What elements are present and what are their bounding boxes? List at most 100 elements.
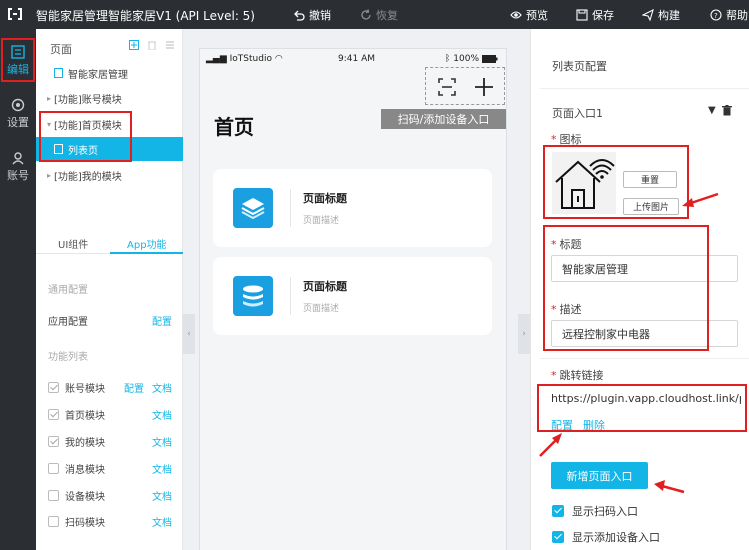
feature-doc-link[interactable]: 文档: [152, 461, 172, 476]
config-panel-title: 列表页配置: [552, 60, 607, 73]
collapse-right-icon[interactable]: ›: [518, 314, 530, 354]
save-icon: [576, 9, 588, 21]
rail-item-account[interactable]: 账号: [0, 145, 36, 189]
feature-checkbox[interactable]: [48, 381, 59, 393]
feature-doc-link[interactable]: 文档: [152, 380, 172, 395]
save-label: 保存: [592, 9, 614, 22]
preview-button[interactable]: 预览: [510, 7, 548, 23]
feature-name: 首页模块: [65, 410, 105, 422]
show-scan-checkbox[interactable]: [552, 505, 564, 517]
redo-label: 恢复: [376, 9, 398, 22]
tree-header-actions: [129, 40, 175, 50]
tree-item-label: [功能]账号模块: [54, 94, 122, 106]
add-page-icon[interactable]: [129, 40, 139, 50]
layers-icon: [233, 188, 273, 228]
trash-icon[interactable]: [721, 105, 732, 116]
send-icon: [642, 9, 654, 21]
page-icon: [54, 68, 63, 78]
delete-page-icon[interactable]: [147, 40, 157, 50]
feature-doc-link[interactable]: 文档: [152, 434, 172, 449]
scan-add-entry-area[interactable]: [425, 67, 505, 105]
phone-preview: ▂▄▆ IoTStudio ◠ 9:41 AM ᛒ 100% 扫码/添加设备入口…: [199, 48, 507, 550]
feature-checkbox[interactable]: [48, 435, 59, 447]
tree-item-account-module[interactable]: ▸ [功能]账号模块: [36, 86, 183, 110]
app-title: 智能家居管理智能家居V1 (API Level: 5): [36, 9, 255, 23]
card-divider: [290, 277, 291, 315]
annotation-box-list-page: [39, 111, 132, 162]
tree-item-my-module[interactable]: ▸ [功能]我的模块: [36, 163, 183, 187]
wifi-icon: ◠: [274, 54, 283, 64]
divider: [540, 88, 749, 89]
scan-icon[interactable]: [438, 78, 456, 96]
build-label: 构建: [658, 9, 680, 22]
menu-icon[interactable]: [165, 40, 175, 50]
redo-button[interactable]: 恢复: [360, 7, 398, 23]
card-title: 页面标题: [303, 192, 347, 205]
save-button[interactable]: 保存: [576, 7, 614, 23]
collapse-left-icon[interactable]: ‹: [183, 314, 195, 354]
tab-ui-components[interactable]: UI组件: [58, 236, 88, 251]
tab-app-features[interactable]: App功能: [127, 236, 167, 251]
undo-button[interactable]: 撤销: [293, 7, 331, 23]
tree-item-label: 智能家居管理: [68, 69, 128, 81]
svg-text:?: ?: [714, 12, 718, 20]
list-card[interactable]: 页面标题 页面描述: [213, 169, 492, 247]
card-desc: 页面描述: [303, 304, 340, 314]
rail-item-settings[interactable]: 设置: [0, 92, 36, 136]
feature-config-link[interactable]: 配置: [124, 380, 144, 395]
feature-row-account: 账号模块 配置 文档: [48, 378, 172, 396]
app-config-label: 应用配置: [48, 316, 88, 328]
collapse-entry-icon[interactable]: ▼: [708, 105, 716, 116]
settings-icon: [11, 98, 25, 112]
signal-icon: ▂▄▆: [206, 54, 227, 64]
app-config-link[interactable]: 配置: [152, 313, 172, 328]
link-field-label: * 跳转链接: [551, 369, 604, 382]
card-desc: 页面描述: [303, 216, 340, 226]
entry-title: 页面入口1: [552, 107, 603, 120]
tree-header-title: 页面: [50, 43, 72, 56]
feature-checkbox[interactable]: [48, 515, 59, 527]
feature-checkbox[interactable]: [48, 489, 59, 501]
card-title: 页面标题: [303, 280, 347, 293]
top-bar: 智能家居管理智能家居V1 (API Level: 5) 撤销 恢复 预览 保存 …: [0, 0, 749, 29]
rail-label-account: 账号: [7, 169, 29, 182]
feature-doc-link[interactable]: 文档: [152, 514, 172, 529]
phone-time: 9:41 AM: [338, 54, 375, 64]
preview-label: 预览: [526, 9, 548, 22]
expand-icon[interactable]: ▸: [44, 94, 54, 103]
card-divider: [290, 189, 291, 227]
annotation-box-edit: [1, 38, 35, 82]
feature-list-label: 功能列表: [48, 352, 88, 363]
feature-checkbox[interactable]: [48, 408, 59, 420]
show-scan-label: 显示扫码入口: [572, 505, 638, 518]
tree-item-label: [功能]我的模块: [54, 171, 122, 183]
show-add-device-option[interactable]: 显示添加设备入口: [552, 529, 660, 545]
build-button[interactable]: 构建: [642, 7, 680, 23]
tree-item-home-root[interactable]: 智能家居管理: [36, 61, 183, 85]
show-scan-entry-option[interactable]: 显示扫码入口: [552, 503, 638, 519]
help-button[interactable]: ? 帮助: [710, 7, 748, 23]
undo-label: 撤销: [309, 9, 331, 22]
annotation-box-icon: [543, 145, 689, 219]
feature-name: 设备模块: [65, 491, 105, 503]
feature-row-message: 消息模块 文档: [48, 459, 172, 477]
show-add-device-checkbox[interactable]: [552, 531, 564, 543]
feature-checkbox[interactable]: [48, 462, 59, 474]
help-icon: ?: [710, 9, 722, 21]
feature-doc-link[interactable]: 文档: [152, 407, 172, 422]
logo-icon: [8, 8, 22, 20]
scan-entry-tooltip: 扫码/添加设备入口: [381, 109, 506, 129]
show-add-device-label: 显示添加设备入口: [572, 531, 660, 544]
annotation-box-title-desc: [543, 225, 709, 351]
divider: [540, 358, 749, 359]
battery-icon: [482, 55, 498, 63]
carrier-label: ▂▄▆ IoTStudio ◠: [206, 54, 283, 64]
general-config-label: 通用配置: [48, 285, 88, 296]
rail-label-settings: 设置: [7, 116, 29, 129]
add-entry-button[interactable]: 新增页面入口: [551, 462, 648, 489]
list-card[interactable]: 页面标题 页面描述: [213, 257, 492, 335]
account-icon: [12, 152, 24, 165]
plus-icon[interactable]: [474, 77, 494, 97]
expand-icon[interactable]: ▸: [44, 171, 54, 180]
feature-doc-link[interactable]: 文档: [152, 488, 172, 503]
